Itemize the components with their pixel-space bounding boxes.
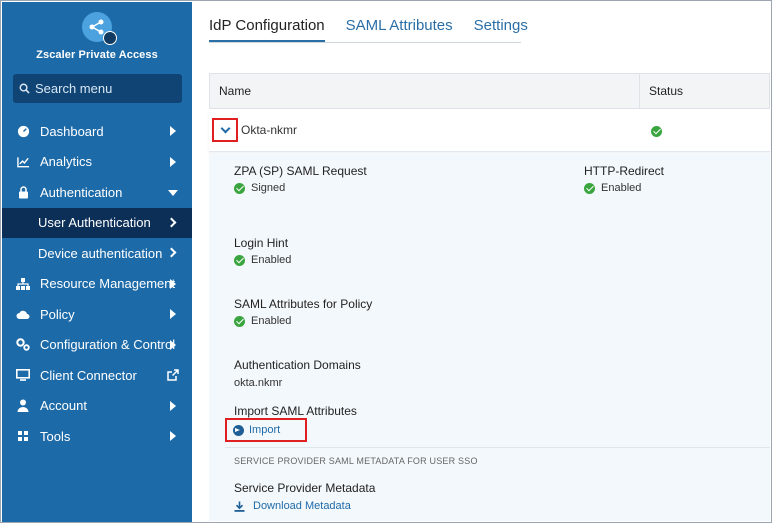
check-circle-icon — [234, 254, 245, 266]
login-hint-label: Login Hint — [234, 236, 289, 250]
caret-right-icon — [170, 126, 176, 137]
chevron-down-icon — [220, 123, 230, 133]
login-hint-text: Enabled — [251, 254, 292, 266]
sidebar-item-label: Client Connector — [40, 367, 137, 383]
sidebar-item-account[interactable]: Account — [2, 391, 192, 422]
idp-details-panel: ZPA (SP) SAML Request Signed HTTP-Redire… — [209, 153, 770, 521]
user-icon — [16, 399, 30, 413]
brand-name: Zscaler Private Access — [36, 49, 158, 61]
tab-bar: IdP Configuration SAML Attributes Settin… — [209, 17, 549, 43]
http-redirect-label: HTTP-Redirect — [584, 164, 665, 178]
sidebar-item-authentication[interactable]: Authentication — [2, 177, 192, 208]
zpa-saml-request-text: Signed — [251, 182, 286, 194]
dashboard-icon — [16, 124, 30, 138]
sidebar-item-label: Resource Management — [40, 276, 176, 292]
idp-name: Okta-nkmr — [241, 123, 298, 137]
sidebar-item-label: Analytics — [40, 154, 93, 170]
caret-right-icon — [170, 400, 176, 411]
app-window: Zscaler Private Access Search menu Dashb… — [0, 0, 772, 523]
column-header-status[interactable]: Status — [640, 84, 683, 98]
authentication-domains-value: okta.nkmr — [234, 377, 283, 389]
external-link-icon — [167, 369, 179, 384]
saml-attributes-policy-text: Enabled — [251, 315, 292, 327]
sidebar-item-resource-management[interactable]: Resource Management — [2, 269, 192, 300]
line-chart-icon — [16, 155, 30, 169]
sitemap-icon — [16, 277, 30, 291]
shield-check-icon — [103, 31, 117, 45]
sidebar-item-user-authentication[interactable]: User Authentication — [2, 207, 192, 238]
sidebar-item-label: Configuration & Control — [40, 337, 176, 353]
check-circle-icon — [584, 182, 595, 194]
sidebar-nav: Dashboard Analytics Authentication User … — [2, 116, 192, 452]
download-metadata-label: Download Metadata — [253, 500, 351, 512]
cogs-icon — [16, 338, 30, 352]
import-button-label: Import — [249, 424, 281, 436]
authentication-domains-label: Authentication Domains — [234, 358, 361, 372]
brand: Zscaler Private Access — [2, 2, 192, 68]
sidebar-item-tools[interactable]: Tools — [2, 421, 192, 452]
grid-icon — [16, 429, 30, 443]
tab-saml-attributes[interactable]: SAML Attributes — [346, 17, 453, 43]
sidebar-item-configuration-control[interactable]: Configuration & Control — [2, 330, 192, 361]
sidebar: Zscaler Private Access Search menu Dashb… — [2, 2, 192, 522]
sidebar-item-label: Policy — [40, 306, 75, 322]
sidebar-item-analytics[interactable]: Analytics — [2, 147, 192, 178]
zpa-saml-request-label: ZPA (SP) SAML Request — [234, 164, 367, 178]
column-header-name[interactable]: Name — [210, 74, 640, 108]
search-placeholder: Search menu — [35, 81, 113, 96]
caret-down-icon — [168, 190, 178, 197]
sidebar-item-device-authentication[interactable]: Device authentication — [2, 238, 192, 269]
search-icon — [19, 83, 30, 94]
tab-settings[interactable]: Settings — [474, 17, 528, 43]
sidebar-item-label: Dashboard — [40, 123, 104, 139]
chevron-right-icon — [166, 217, 177, 228]
caret-right-icon — [170, 309, 176, 320]
chevron-right-icon — [166, 247, 177, 258]
expand-row-button[interactable] — [212, 118, 238, 142]
sidebar-item-client-connector[interactable]: Client Connector — [2, 360, 192, 391]
sidebar-item-label: Tools — [40, 428, 71, 444]
sidebar-item-label: Device authentication — [38, 245, 163, 261]
zpa-saml-request-value: Signed — [234, 182, 285, 194]
tab-divider — [209, 42, 521, 43]
sp-metadata-section-heading: SERVICE PROVIDER SAML METADATA FOR USER … — [234, 456, 478, 466]
sidebar-item-label: Authentication — [40, 184, 123, 200]
import-button[interactable]: Import — [225, 418, 307, 442]
search-menu-input[interactable]: Search menu — [13, 74, 182, 103]
zscaler-logo-icon — [82, 12, 117, 45]
download-metadata-link[interactable]: Download Metadata — [234, 500, 351, 512]
caret-right-icon — [170, 339, 176, 350]
tab-idp-configuration[interactable]: IdP Configuration — [209, 17, 325, 43]
section-divider — [225, 447, 770, 448]
login-hint-value: Enabled — [234, 254, 291, 266]
sidebar-item-policy[interactable]: Policy — [2, 299, 192, 330]
service-provider-metadata-label: Service Provider Metadata — [234, 481, 376, 495]
saml-attributes-policy-value: Enabled — [234, 315, 291, 327]
sidebar-item-label: User Authentication — [38, 215, 151, 231]
desktop-icon — [16, 368, 30, 382]
caret-right-icon — [170, 278, 176, 289]
caret-right-icon — [170, 431, 176, 442]
check-circle-icon — [234, 182, 245, 194]
http-redirect-text: Enabled — [601, 182, 642, 194]
download-icon — [234, 501, 245, 512]
table-header: Name Status — [209, 73, 770, 109]
status-enabled-icon — [651, 123, 662, 137]
check-circle-icon — [234, 315, 245, 327]
import-saml-attributes-label: Import SAML Attributes — [234, 404, 357, 418]
sidebar-item-label: Account — [40, 398, 87, 414]
table-row[interactable]: Okta-nkmr — [209, 109, 770, 152]
cloud-icon — [16, 307, 30, 321]
main-content: IdP Configuration SAML Attributes Settin… — [192, 2, 770, 521]
saml-attributes-policy-label: SAML Attributes for Policy — [234, 297, 373, 311]
sidebar-item-dashboard[interactable]: Dashboard — [2, 116, 192, 147]
arrow-circle-right-icon — [233, 424, 244, 436]
http-redirect-value: Enabled — [584, 182, 641, 194]
lock-icon — [16, 185, 30, 199]
caret-right-icon — [170, 156, 176, 167]
